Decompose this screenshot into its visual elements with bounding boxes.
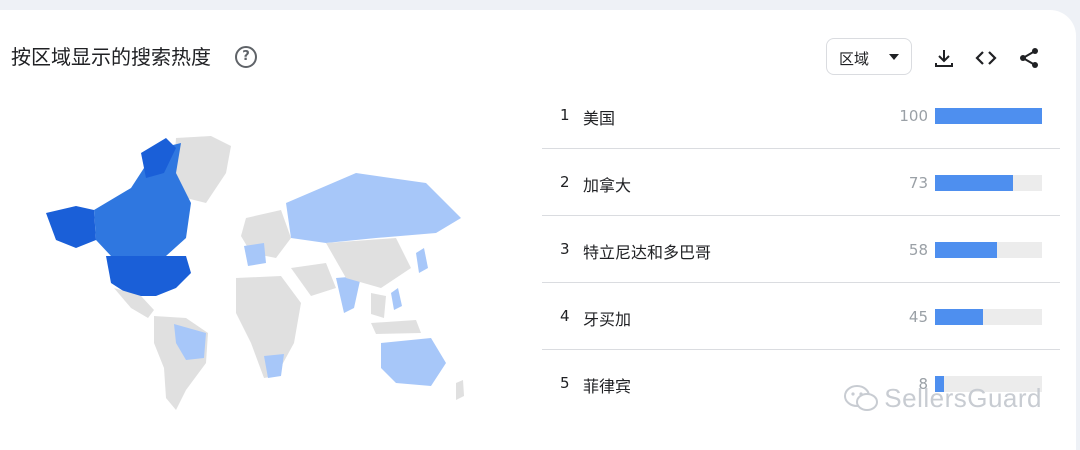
map-region-western-europe [244, 243, 266, 266]
region-name[interactable]: 牙买加 [583, 306, 631, 330]
region-value: 58 [908, 241, 928, 259]
embed-code-icon[interactable] [974, 46, 998, 70]
region-value: 100 [899, 107, 928, 125]
map-region-indonesia [371, 320, 421, 334]
region-rank: 5 [560, 374, 570, 392]
list-item[interactable]: 2 加拿大 73 [542, 149, 1060, 216]
region-name[interactable]: 菲律宾 [583, 373, 631, 397]
list-item[interactable]: 1 美国 100 [542, 82, 1060, 149]
help-icon[interactable]: ? [235, 46, 257, 68]
map-region-new-zealand [456, 380, 464, 400]
page-title: 按区域显示的搜索热度 [11, 45, 211, 69]
dropdown-label: 区域 [839, 50, 870, 68]
interest-bar-track [935, 309, 1042, 325]
interest-bar-fill [935, 309, 984, 325]
map-region-india [336, 276, 361, 313]
list-item[interactable]: 3 特立尼达和多巴哥 58 [542, 216, 1060, 283]
world-map[interactable] [36, 128, 476, 418]
interest-bar-track [935, 108, 1042, 124]
map-region-australia [381, 338, 446, 386]
region-rank: 2 [560, 173, 570, 191]
list-item[interactable]: 4 牙买加 45 [542, 283, 1060, 350]
region-rank: 3 [560, 240, 570, 258]
region-name[interactable]: 特立尼达和多巴哥 [583, 239, 711, 263]
chevron-down-icon [889, 54, 899, 60]
region-rank: 1 [560, 106, 570, 124]
interest-bar-fill [935, 175, 1014, 191]
region-level-dropdown[interactable]: 区域 [826, 38, 912, 75]
interest-bar-fill [935, 108, 1042, 124]
watermark-text: SellersGuard [884, 383, 1042, 413]
region-name[interactable]: 加拿大 [583, 172, 631, 196]
interest-bar-track [935, 242, 1042, 258]
map-region-southeast-asia [371, 293, 386, 318]
wechat-icon [844, 385, 878, 411]
region-rank: 4 [560, 307, 570, 325]
share-icon[interactable] [1017, 46, 1041, 70]
region-value: 73 [908, 174, 928, 192]
region-ranking-list: 1 美国 100 2 加拿大 73 3 特立尼达和多巴哥 58 4 牙买加 45 5 菲律宾 8 [542, 82, 1060, 417]
map-region-alaska [46, 206, 96, 248]
map-region-philippines [391, 288, 402, 310]
region-name[interactable]: 美国 [583, 105, 615, 129]
map-region-middle-east [291, 263, 336, 296]
region-value: 45 [908, 308, 928, 326]
map-region-russia [286, 173, 461, 243]
map-region-japan [416, 248, 428, 273]
interest-bar-fill [935, 242, 998, 258]
download-icon[interactable] [932, 46, 956, 70]
interest-bar-track [935, 175, 1042, 191]
